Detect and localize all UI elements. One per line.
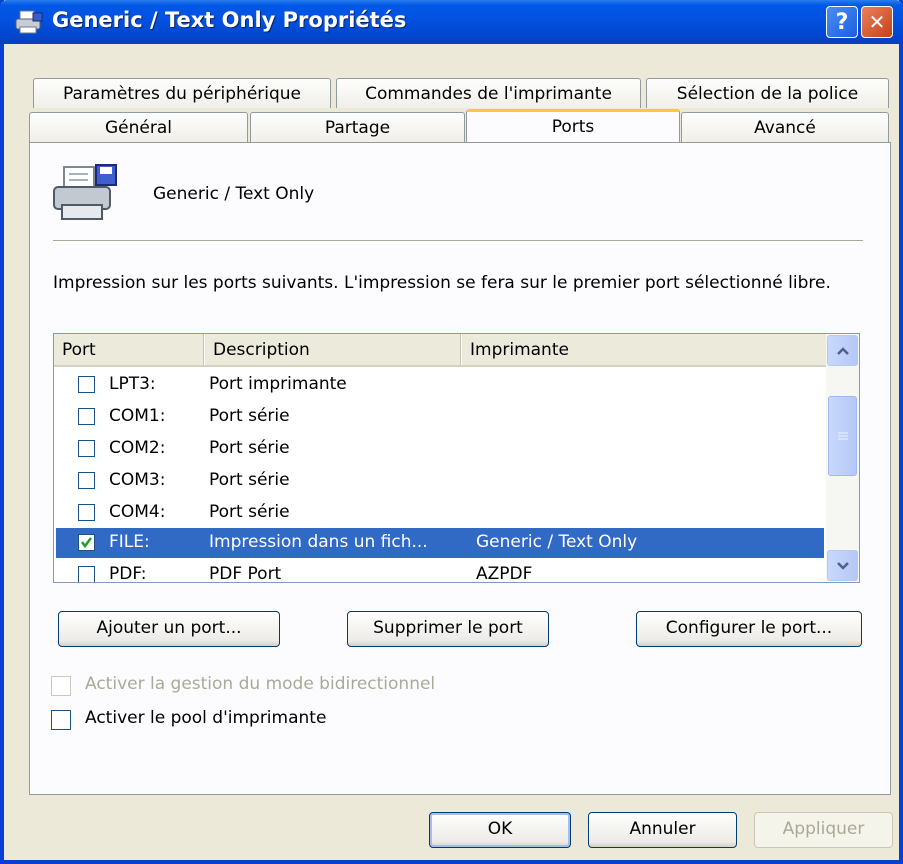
title-bar[interactable]: Generic / Text Only Propriétés ? ✕	[0, 0, 903, 44]
vertical-scrollbar[interactable]	[826, 334, 859, 582]
tab-device-settings[interactable]: Paramètres du périphérique	[33, 78, 331, 108]
tab-label: Paramètres du périphérique	[62, 83, 302, 104]
column-header-description[interactable]: Description	[204, 334, 461, 365]
description-cell: PDF Port	[209, 564, 282, 583]
printer-icon	[53, 164, 117, 220]
ports-instructions: Impression sur les ports suivants. L'imp…	[53, 273, 831, 293]
column-label: Port	[62, 339, 96, 360]
port-cell: COM3:	[109, 470, 166, 490]
table-row[interactable]: COM4: Port série	[56, 498, 824, 528]
description-cell: Port série	[209, 406, 290, 426]
printer-name: Generic / Text Only	[153, 184, 315, 204]
description-cell: Port série	[209, 438, 290, 458]
description-cell: Impression dans un fich...	[209, 532, 428, 552]
printer-pool-label[interactable]: Activer le pool d'imprimante	[85, 708, 326, 728]
separator	[53, 240, 863, 242]
port-checkbox[interactable]	[78, 408, 95, 425]
grip-icon	[837, 432, 848, 440]
printer-cell: AZPDF	[476, 564, 533, 583]
close-icon: ✕	[868, 10, 886, 34]
tab-font-selection[interactable]: Sélection de la police	[646, 78, 889, 108]
tab-label: Avancé	[754, 117, 816, 138]
scroll-down-button[interactable]	[827, 550, 858, 581]
port-list[interactable]: Port Description Imprimante LPT3: Port i…	[53, 333, 860, 583]
window-title: Generic / Text Only Propriétés	[52, 8, 407, 32]
scroll-up-button[interactable]	[827, 335, 858, 366]
table-row[interactable]: COM1: Port série	[56, 402, 824, 432]
table-row-selected[interactable]: FILE: Impression dans un fich... Generic…	[56, 528, 824, 558]
port-checkbox-checked[interactable]	[78, 534, 95, 551]
port-cell: FILE:	[109, 532, 150, 552]
port-cell: PDF:	[109, 564, 147, 583]
tab-general[interactable]: Général	[29, 112, 248, 142]
scroll-thumb[interactable]	[828, 396, 857, 476]
port-checkbox[interactable]	[78, 440, 95, 457]
tab-label: Général	[105, 117, 172, 138]
port-cell: LPT3:	[109, 374, 156, 394]
chevron-up-icon	[836, 346, 849, 355]
port-cell: COM4:	[109, 502, 166, 522]
description-cell: Port série	[209, 502, 290, 522]
printer-icon	[15, 10, 43, 34]
chevron-down-icon	[836, 561, 849, 570]
column-label: Imprimante	[470, 339, 569, 360]
column-header-port[interactable]: Port	[54, 334, 204, 365]
cancel-button[interactable]: Annuler	[588, 812, 737, 848]
table-row[interactable]: PDF: PDF Port AZPDF	[56, 560, 824, 583]
tab-label: Partage	[324, 117, 391, 138]
printer-cell: Generic / Text Only	[476, 532, 638, 552]
apply-button[interactable]: Appliquer	[754, 812, 893, 848]
column-label: Description	[213, 339, 310, 360]
tab-label: Sélection de la police	[676, 83, 859, 104]
ok-button[interactable]: OK	[429, 812, 571, 848]
tab-sharing[interactable]: Partage	[250, 112, 465, 142]
port-list-header: Port Description Imprimante	[54, 334, 826, 367]
printer-pool-checkbox[interactable]	[51, 710, 71, 730]
port-checkbox[interactable]	[78, 376, 95, 393]
port-checkbox[interactable]	[78, 566, 95, 582]
tab-label: Ports	[551, 117, 595, 137]
port-checkbox[interactable]	[78, 504, 95, 521]
description-cell: Port imprimante	[209, 374, 347, 394]
tab-ports[interactable]: Ports	[466, 109, 680, 142]
help-button[interactable]: ?	[826, 6, 858, 38]
table-row[interactable]: COM3: Port série	[56, 466, 824, 496]
bidirectional-checkbox	[51, 676, 71, 696]
description-cell: Port série	[209, 470, 290, 490]
port-cell: COM1:	[109, 406, 166, 426]
close-button[interactable]: ✕	[861, 6, 893, 38]
port-checkbox[interactable]	[78, 472, 95, 489]
configure-port-button[interactable]: Configurer le port...	[636, 611, 862, 647]
table-row[interactable]: COM2: Port série	[56, 434, 824, 464]
bidirectional-label: Activer la gestion du mode bidirectionne…	[85, 674, 436, 694]
table-row[interactable]: LPT3: Port imprimante	[56, 370, 824, 400]
tab-printer-commands[interactable]: Commandes de l'imprimante	[336, 78, 641, 108]
column-header-printer[interactable]: Imprimante	[461, 334, 826, 365]
checkmark-icon	[81, 537, 92, 549]
tab-advanced[interactable]: Avancé	[681, 112, 889, 142]
delete-port-button[interactable]: Supprimer le port	[347, 611, 549, 647]
port-cell: COM2:	[109, 438, 166, 458]
tab-label: Commandes de l'imprimante	[365, 83, 612, 104]
add-port-button[interactable]: Ajouter un port...	[58, 611, 280, 647]
help-icon: ?	[835, 9, 849, 35]
